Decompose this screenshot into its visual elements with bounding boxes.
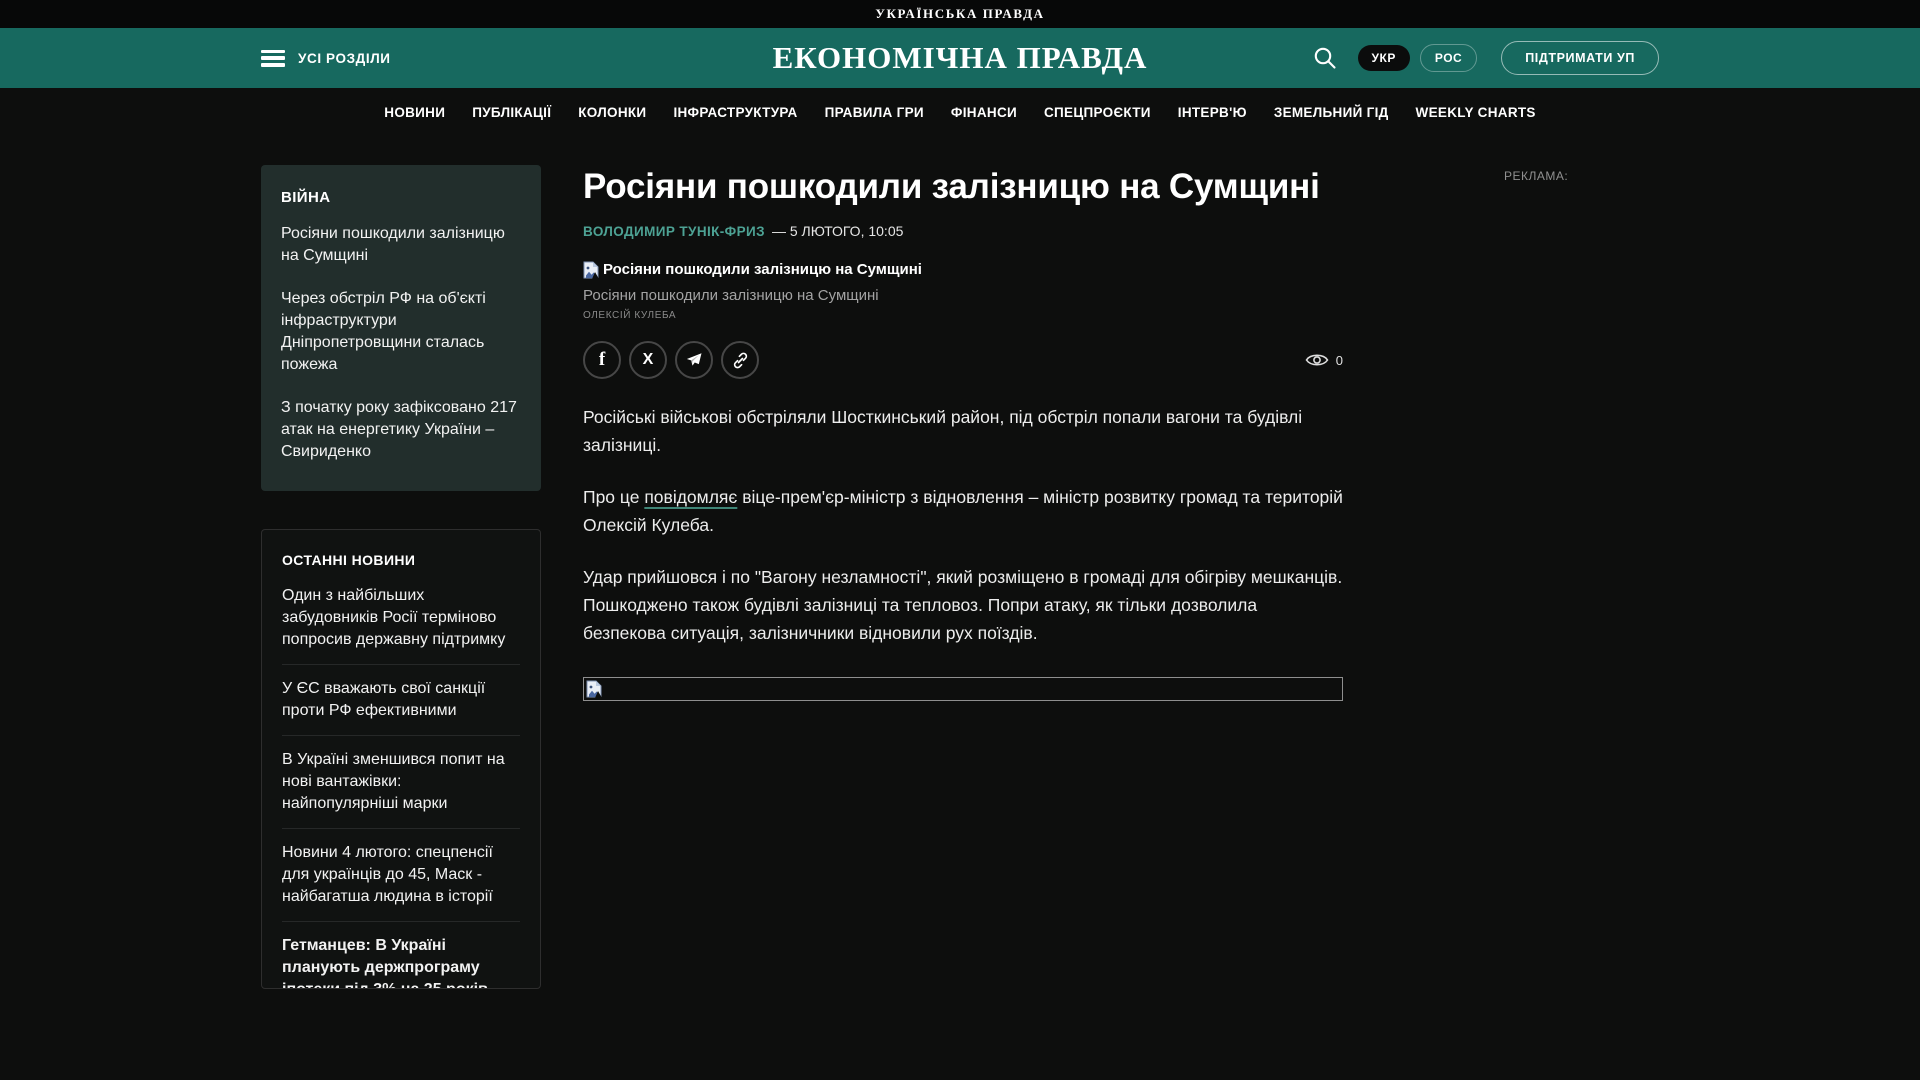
paragraph-2: Про це повідомляє віце-прем'єр-міністр з… [583,483,1343,539]
nav-item-novyny[interactable]: НОВИНИ [384,105,445,120]
header-inner: УСІ РОЗДІЛИ ЕКОНОМІЧНА ПРАВДА УКР РОС ПІ… [261,28,1659,88]
hamburger-icon [261,50,285,67]
share-telegram-button[interactable] [675,341,713,379]
content-layout: ВІЙНА Росіяни пошкодили залізницю на Сум… [261,165,1659,989]
latest-item-2[interactable]: У ЄС вважають свої санкції проти РФ ефек… [282,665,520,736]
image-alt-text: Росіяни пошкодили залізницю на Сумщині [603,261,922,278]
war-item-1[interactable]: Росіяни пошкодили залізницю на Сумщині [281,223,521,267]
broken-image-alt-row: Росіяни пошкодили залізницю на Сумщині [583,261,1343,279]
paragraph-1: Російські військові обстріляли Шосткинсь… [583,403,1343,459]
eye-icon [1305,352,1329,368]
share-facebook-button[interactable]: f [583,341,621,379]
nav-item-kolonky[interactable]: КОЛОНКИ [578,105,646,120]
main-nav: НОВИНИ ПУБЛІКАЦІЇ КОЛОНКИ ІНФРАСТРУКТУРА… [0,88,1920,136]
source-link[interactable]: повідомляє [644,487,737,507]
nav-item-pravyla-hry[interactable]: ПРАВИЛА ГРИ [825,105,924,120]
war-item-2[interactable]: Через обстріл РФ на об'єкті інфраструкту… [281,288,521,376]
latest-news-section: ОСТАННІ НОВИНИ Один з найбільших забудов… [261,529,541,989]
nav-item-infrastruktura[interactable]: ІНФРАСТРУКТУРА [673,105,797,120]
nav-item-publikatsii[interactable]: ПУБЛІКАЦІЇ [472,105,551,120]
menu-label: УСІ РОЗДІЛИ [298,51,391,66]
article: Росіяни пошкодили залізницю на Сумщині В… [583,165,1343,701]
latest-item-5[interactable]: Гетманцев: В Україні планують держпрогра… [282,922,520,989]
lang-toggle-ros[interactable]: РОС [1420,44,1477,72]
latest-news-title: ОСТАННІ НОВИНИ [282,552,520,568]
publish-date: — 5 ЛЮТОГО, 10:05 [772,223,903,239]
nav-item-spetsproekty[interactable]: СПЕЦПРОЄКТИ [1044,105,1151,120]
up-topbar: УКРАЇНСЬКА ПРАВДА [0,0,1920,28]
byline: ВОЛОДИМИР ТУНІК-ФРИЗ — 5 ЛЮТОГО, 10:05 [583,223,1343,239]
telegram-icon [685,351,703,369]
ukrainska-pravda-logo[interactable]: УКРАЇНСЬКА ПРАВДА [875,6,1044,22]
site-header: УСІ РОЗДІЛИ ЕКОНОМІЧНА ПРАВДА УКР РОС ПІ… [0,28,1920,88]
broken-image-icon [583,261,599,279]
broken-image-icon [586,680,602,698]
broken-image-placeholder [583,677,1343,701]
war-section: ВІЙНА Росіяни пошкодили залізницю на Сум… [261,165,541,491]
war-item-3[interactable]: З початку року зафіксовано 217 атак на е… [281,397,521,463]
image-caption: Росіяни пошкодили залізницю на Сумщині [583,287,1343,304]
lang-toggle-ukr[interactable]: УКР [1358,45,1410,71]
header-right: УКР РОС ПІДТРИМАТИ УП [1310,41,1659,75]
article-figure: Росіяни пошкодили залізницю на Сумщині Р… [583,261,1343,321]
image-credit: ОЛЕКСІЙ КУЛЕБА [583,310,1343,321]
ekonomichna-pravda-logo[interactable]: ЕКОНОМІЧНА ПРАВДА [773,40,1148,76]
nav-item-zemelnyi-hid[interactable]: ЗЕМЕЛЬНИЙ ГІД [1274,105,1389,120]
paragraph-2-text: Про це [583,487,644,507]
nav-item-finansy[interactable]: ФІНАНСИ [951,105,1017,120]
latest-item-1[interactable]: Один з найбільших забудовників Росії тер… [282,572,520,665]
latest-item-3[interactable]: В Україні зменшився попит на нові вантаж… [282,736,520,829]
ad-column: РЕКЛАМА: [1504,165,1659,183]
all-sections-menu-button[interactable]: УСІ РОЗДІЛИ [261,50,391,67]
share-copy-link-button[interactable] [721,341,759,379]
latest-item-4[interactable]: Новини 4 лютого: спецпенсії для українці… [282,829,520,922]
paragraph-3: Удар прийшовся і по "Вагону незламності"… [583,563,1343,647]
facebook-icon: f [599,349,605,371]
nav-item-weekly-charts[interactable]: WEEKLY CHARTS [1416,105,1536,120]
nav-item-interviu[interactable]: ІНТЕРВ'Ю [1178,105,1247,120]
search-button[interactable] [1310,43,1340,73]
support-up-button[interactable]: ПІДТРИМАТИ УП [1501,41,1659,75]
view-count: 0 [1336,353,1343,368]
war-section-title: ВІЙНА [281,189,521,206]
author-link[interactable]: ВОЛОДИМИР ТУНІК-ФРИЗ [583,224,765,239]
article-title: Росіяни пошкодили залізницю на Сумщині [583,165,1343,209]
search-icon [1312,45,1338,71]
link-icon [731,351,750,370]
left-sidebar: ВІЙНА Росіяни пошкодили залізницю на Сум… [261,165,541,989]
page: { "topbar": { "brand": "УКРАЇНСЬКА ПРАВД… [0,0,1920,1080]
share-row: f X [583,341,1343,379]
x-twitter-icon: X [643,351,654,369]
view-counter: 0 [1305,352,1343,368]
share-x-button[interactable]: X [629,341,667,379]
ad-label: РЕКЛАМА: [1504,169,1659,183]
